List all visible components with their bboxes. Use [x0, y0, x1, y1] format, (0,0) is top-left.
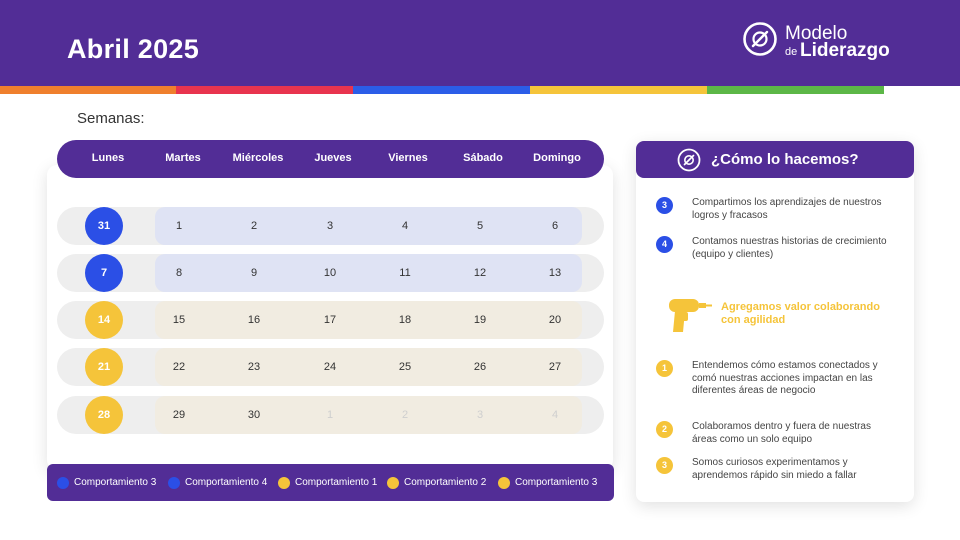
day-cell[interactable]: 13 — [535, 267, 575, 279]
day-cell[interactable]: 30 — [234, 409, 274, 421]
day-cell[interactable]: 16 — [234, 314, 274, 326]
day-cell[interactable]: 22 — [159, 361, 199, 373]
week-start-badge[interactable]: 7 — [85, 254, 123, 292]
day-cell-next-month: 2 — [401, 409, 409, 421]
day-cell[interactable]: 25 — [385, 361, 425, 373]
legend-dot-yellow — [498, 477, 510, 489]
brand-logo: Modelo de Liderazgo — [742, 21, 912, 63]
page-title: Abril 2025 — [67, 34, 200, 64]
week-start-badge[interactable]: 28 — [85, 396, 123, 434]
stripe-yellow — [530, 86, 707, 94]
stripe-red — [176, 86, 353, 94]
stripe-blue — [353, 86, 530, 94]
day-cell[interactable]: 17 — [310, 314, 350, 326]
behavior-number-badge: 1 — [656, 360, 673, 377]
behavior-text: Entendemos cómo estamos conectados y com… — [692, 360, 878, 396]
week-start-badge[interactable]: 14 — [85, 301, 123, 339]
day-cell[interactable]: 23 — [234, 361, 274, 373]
day-cell[interactable]: 8 — [159, 267, 199, 279]
behavior-legend: Comportamiento 3 Comportamiento 4 Compor… — [47, 464, 614, 501]
behavior-text: Compartimos los aprendizajes de nuestros… — [692, 197, 882, 221]
legend-dot-yellow — [278, 477, 290, 489]
day-cell[interactable]: 24 — [310, 361, 350, 373]
week-row: 14 15 16 17 18 19 20 — [57, 301, 604, 339]
compass-icon — [677, 148, 701, 172]
legend-label: Comportamiento 4 — [185, 477, 268, 488]
legend-label: Comportamiento 3 — [515, 477, 598, 488]
day-cell[interactable]: 5 — [460, 220, 500, 232]
day-cell[interactable]: 10 — [310, 267, 350, 279]
behavior-text: Somos curiosos experimentamos y aprendem… — [692, 457, 857, 481]
week-row: 7 8 9 10 11 12 13 — [57, 254, 604, 292]
day-cell[interactable]: 29 — [159, 409, 199, 421]
day-cell[interactable]: 6 — [535, 220, 575, 232]
day-cell[interactable]: 19 — [460, 314, 500, 326]
day-cell-next-month: 1 — [326, 409, 334, 421]
week-days-band — [155, 207, 582, 245]
day-cell[interactable]: 3 — [310, 220, 350, 232]
behavior-text: Colaboramos dentro y fuera de nuestras á… — [692, 421, 871, 445]
legend-dot-blue — [168, 477, 180, 489]
day-cell[interactable]: 15 — [159, 314, 199, 326]
behavior-text: Contamos nuestras historias de crecimien… — [692, 236, 887, 260]
how-we-do-it-header: ¿Cómo lo hacemos? — [636, 141, 914, 178]
legend-dot-yellow — [387, 477, 399, 489]
compass-logo-icon — [743, 22, 777, 56]
week-start-badge[interactable]: 31 — [85, 207, 123, 245]
week-row: 31 1 2 3 4 5 6 — [57, 207, 604, 245]
week-start-badge[interactable]: 21 — [85, 348, 123, 386]
day-cell[interactable]: 27 — [535, 361, 575, 373]
agility-heading: Agregamos valor colaborando con agilidad — [721, 301, 880, 326]
weekday-label: Domingo — [533, 152, 581, 164]
week-days-band — [155, 348, 582, 386]
weeks-label: Semanas: — [77, 110, 145, 127]
week-days-band — [155, 301, 582, 339]
week-days-band — [155, 396, 582, 434]
week-row: 28 29 30 1 2 3 4 — [57, 396, 604, 434]
day-cell[interactable]: 12 — [460, 267, 500, 279]
legend-label: Comportamiento 2 — [404, 477, 487, 488]
logo-text-liderazgo: Liderazgo — [800, 40, 890, 61]
day-cell[interactable]: 9 — [234, 267, 274, 279]
day-cell[interactable]: 26 — [460, 361, 500, 373]
day-cell[interactable]: 4 — [385, 220, 425, 232]
logo-text-de: de — [785, 46, 798, 58]
day-cell[interactable]: 11 — [385, 267, 425, 279]
legend-label: Comportamiento 1 — [295, 477, 378, 488]
behavior-number-badge: 2 — [656, 421, 673, 438]
week-days-band — [155, 254, 582, 292]
day-cell-next-month: 4 — [551, 409, 559, 421]
behavior-number-badge: 3 — [656, 457, 673, 474]
drill-icon — [669, 299, 712, 332]
stripe-green — [707, 86, 884, 94]
behavior-number-badge: 3 — [656, 197, 673, 214]
day-cell[interactable]: 2 — [234, 220, 274, 232]
header-bar: Abril 2025 Modelo de Liderazgo — [0, 0, 960, 86]
day-cell[interactable]: 20 — [535, 314, 575, 326]
card-title: ¿Cómo lo hacemos? — [711, 151, 859, 168]
legend-label: Comportamiento 3 — [74, 477, 157, 488]
day-cell-next-month: 3 — [476, 409, 484, 421]
behavior-number-badge: 4 — [656, 236, 673, 253]
stripe-orange — [0, 86, 176, 94]
day-cell[interactable]: 18 — [385, 314, 425, 326]
week-row: 21 22 23 24 25 26 27 — [57, 348, 604, 386]
legend-dot-blue — [57, 477, 69, 489]
day-cell[interactable]: 1 — [159, 220, 199, 232]
weekday-header: Lunes Martes Miércoles Jueves Viernes Sá… — [57, 140, 604, 178]
